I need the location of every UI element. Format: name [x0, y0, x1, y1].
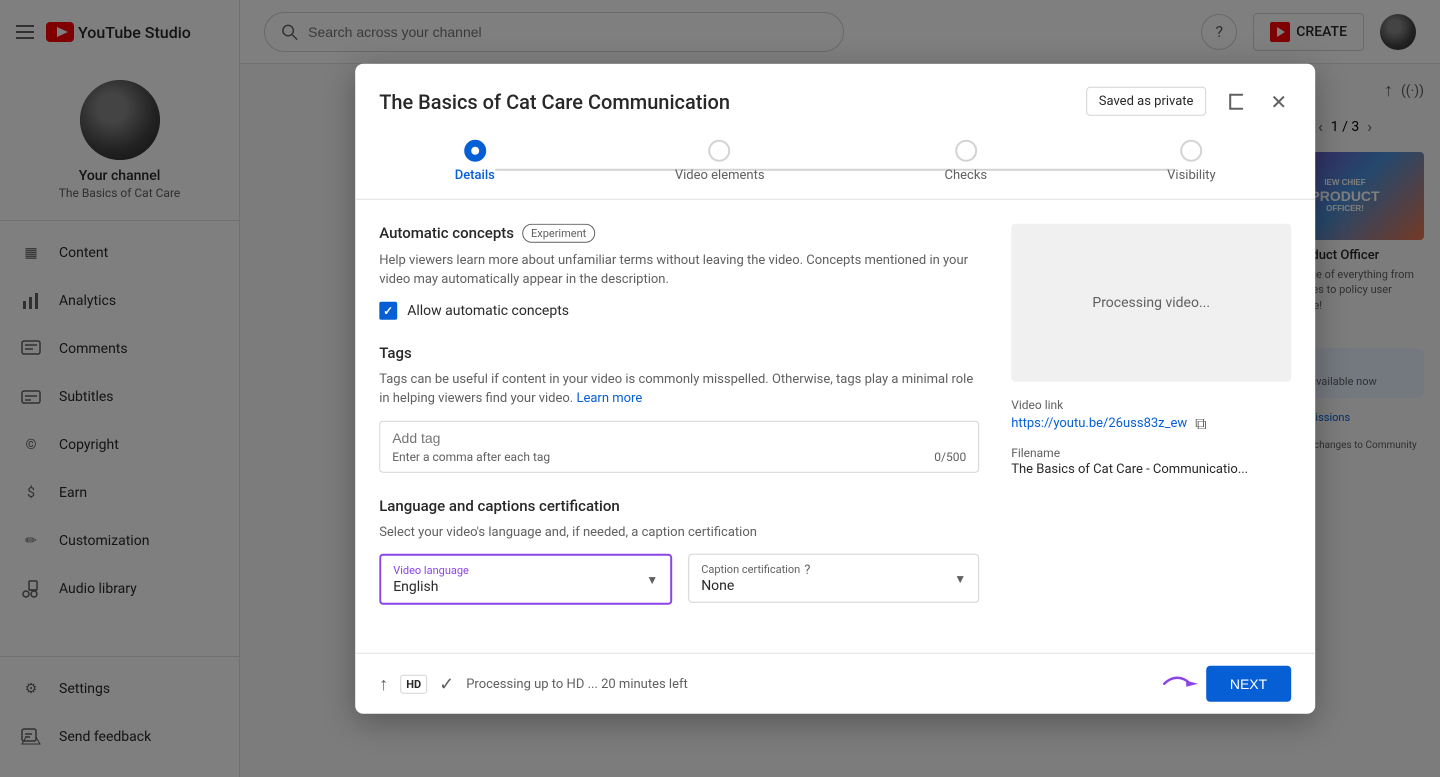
language-captions-section: Language and captions certification Sele… — [379, 496, 979, 605]
step-visibility[interactable]: Visibility — [1167, 139, 1216, 182]
check-icon: ✓ — [439, 673, 454, 694]
learn-more-link[interactable]: Learn more — [576, 391, 642, 406]
modal-header: The Basics of Cat Care Communication Sav… — [355, 63, 1315, 119]
modal-left: Automatic concepts Experiment Help viewe… — [379, 223, 987, 629]
step-dot-details — [464, 139, 486, 161]
allow-concepts-label: Allow automatic concepts — [407, 302, 569, 318]
upload-progress-icon: ↑ — [379, 673, 388, 694]
modal-right: Processing video... Video link https://y… — [1011, 223, 1291, 629]
hd-badge: HD — [400, 674, 427, 693]
next-label: NEXT — [1230, 676, 1267, 692]
close-button[interactable]: ✕ — [1266, 85, 1291, 117]
video-language-value: English — [393, 579, 658, 595]
footer-left: ↑ HD ✓ Processing up to HD ... 20 minute… — [379, 673, 688, 694]
tag-input-wrapper: Enter a comma after each tag 0/500 — [379, 420, 979, 472]
caption-help-icon: ? — [804, 563, 810, 578]
filename-value: The Basics of Cat Care - Communicatio... — [1011, 461, 1291, 476]
step-checks[interactable]: Checks — [945, 139, 988, 182]
upload-modal: The Basics of Cat Care Communication Sav… — [355, 63, 1315, 714]
next-button[interactable]: NEXT — [1206, 666, 1291, 702]
tags-section: Tags Tags can be useful if content in yo… — [379, 343, 979, 472]
step-video-elements[interactable]: Video elements — [675, 139, 765, 182]
experiment-badge: Experiment — [522, 223, 595, 242]
filename-section: Filename The Basics of Cat Care - Commun… — [1011, 445, 1291, 476]
step-dot-visibility — [1180, 139, 1202, 161]
language-captions-desc: Select your video's language and, if nee… — [379, 522, 979, 542]
allow-concepts-row: Allow automatic concepts — [379, 301, 979, 319]
filename-label: Filename — [1011, 445, 1291, 459]
tags-desc: Tags can be useful if content in your vi… — [379, 369, 979, 408]
tags-title: Tags — [379, 343, 979, 361]
allow-concepts-checkbox[interactable] — [379, 301, 397, 319]
video-language-select[interactable]: Video language English ▼ — [379, 554, 672, 605]
step-dot-video-elements — [709, 139, 731, 161]
modal-title: The Basics of Cat Care Communication — [379, 89, 730, 113]
step-dot-checks — [955, 139, 977, 161]
stepper: Details Video elements Checks Visibility — [355, 119, 1315, 199]
video-language-arrow-icon: ▼ — [646, 572, 658, 586]
modal-body: Automatic concepts Experiment Help viewe… — [355, 199, 1315, 653]
saved-badge: Saved as private — [1086, 87, 1207, 116]
video-preview: Processing video... — [1011, 223, 1291, 381]
lang-caption-row: Video language English ▼ Caption certifi… — [379, 554, 979, 605]
step-label-details: Details — [455, 167, 495, 182]
step-label-video-elements: Video elements — [675, 167, 765, 182]
modal-footer: ↑ HD ✓ Processing up to HD ... 20 minute… — [355, 653, 1315, 714]
step-label-visibility: Visibility — [1167, 167, 1216, 182]
caption-arrow-icon: ▼ — [954, 571, 966, 585]
video-meta: Video link https://youtu.be/26uss83z_ew … — [1011, 397, 1291, 476]
tag-hint: Enter a comma after each tag — [392, 449, 550, 463]
modal-header-right: Saved as private ✕ — [1086, 83, 1291, 119]
video-language-label: Video language — [393, 564, 658, 577]
flag-icon[interactable] — [1218, 83, 1254, 119]
automatic-concepts-desc: Help viewers learn more about unfamiliar… — [379, 250, 979, 289]
processing-status: Processing up to HD ... 20 minutes left — [466, 676, 688, 691]
tag-count: 0/500 — [934, 449, 966, 463]
caption-value: None — [701, 578, 966, 594]
tag-input[interactable] — [392, 429, 966, 445]
video-link-section: Video link https://youtu.be/26uss83z_ew … — [1011, 397, 1291, 433]
processing-text: Processing video... — [1092, 294, 1210, 310]
automatic-concepts-section: Automatic concepts Experiment Help viewe… — [379, 223, 979, 319]
step-label-checks: Checks — [945, 167, 988, 182]
video-link-row: https://youtu.be/26uss83z_ew ⧉ — [1011, 413, 1291, 433]
video-link-label: Video link — [1011, 397, 1291, 411]
automatic-concepts-title: Automatic concepts Experiment — [379, 223, 979, 242]
step-details[interactable]: Details — [455, 139, 495, 182]
caption-label: Caption certification — [701, 563, 800, 576]
video-link[interactable]: https://youtu.be/26uss83z_ew — [1011, 416, 1187, 431]
language-captions-title: Language and captions certification — [379, 496, 979, 514]
caption-certification-select[interactable]: Caption certification ? None ▼ — [688, 554, 979, 603]
purple-arrow-icon — [1162, 672, 1202, 696]
copy-icon[interactable]: ⧉ — [1195, 413, 1206, 433]
